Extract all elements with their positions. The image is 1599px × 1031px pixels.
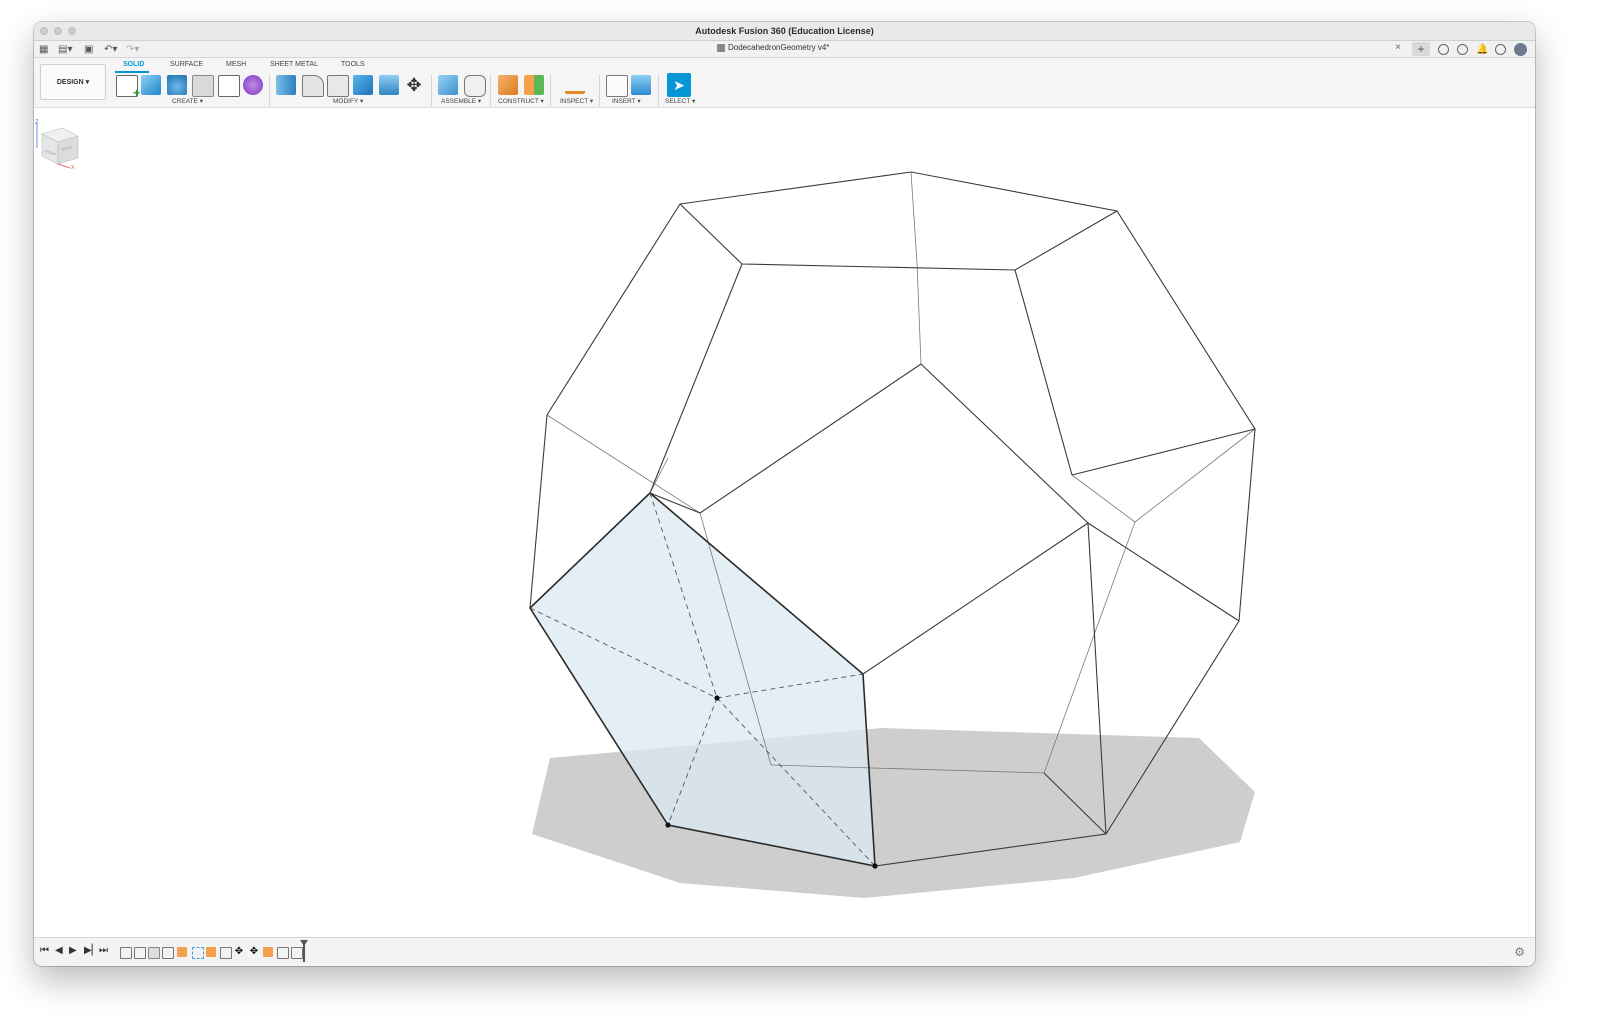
avatar[interactable]: [1514, 42, 1527, 56]
go-to-start-button[interactable]: ⏮: [40, 946, 49, 956]
tab-surface[interactable]: SURFACE: [170, 61, 203, 68]
tab-tools[interactable]: TOOLS: [341, 61, 365, 68]
midplane-icon[interactable]: [524, 75, 544, 95]
header-right-icons: + 🔔: [1412, 42, 1527, 56]
pattern-icon[interactable]: [218, 75, 240, 97]
press-pull-icon[interactable]: [276, 75, 296, 95]
hole-icon[interactable]: [192, 75, 214, 97]
timeline-sketch-item[interactable]: [277, 947, 289, 959]
tab-solid[interactable]: SOLID: [123, 61, 144, 68]
insert-menu[interactable]: INSERT ▾: [612, 97, 641, 105]
quick-access-bar: ▦ ▤▾ ▣ ↶▾ ↷▾ DodecahedronGeometry v4* × …: [34, 41, 1535, 58]
insert-canvas-icon[interactable]: [631, 75, 651, 95]
modify-menu[interactable]: MODIFY ▾: [333, 97, 363, 105]
timeline-move-item[interactable]: ✥: [234, 947, 244, 957]
divider: [599, 74, 600, 106]
fillet-icon[interactable]: [302, 75, 324, 97]
timeline-sketch-item[interactable]: [220, 947, 232, 959]
move-icon[interactable]: ✥: [404, 75, 424, 95]
viewcube-z-label: Z: [35, 120, 39, 126]
gear-icon[interactable]: ⚙: [1514, 945, 1525, 959]
timeline-plane-item[interactable]: [206, 947, 216, 957]
timeline-point-item[interactable]: [192, 947, 204, 959]
window-controls[interactable]: [40, 27, 76, 35]
close-tab-icon[interactable]: ×: [1395, 42, 1401, 53]
app-window: Autodesk Fusion 360 (Education License) …: [34, 22, 1535, 966]
toolbar: DESIGN ▾ SOLID SURFACE MESH SHEET METAL …: [34, 58, 1535, 108]
combine-icon[interactable]: [353, 75, 373, 95]
viewport-canvas[interactable]: Z X FRONT RIGHT: [34, 108, 1535, 938]
insert-derive-icon[interactable]: [606, 75, 628, 97]
help-icon[interactable]: [1495, 43, 1506, 55]
shell-icon[interactable]: [327, 75, 349, 97]
viewcube[interactable]: Z X FRONT RIGHT: [34, 118, 82, 170]
new-tab-button[interactable]: +: [1412, 42, 1430, 56]
timeline-move-item[interactable]: ✥: [249, 947, 259, 957]
undo-icon[interactable]: ↶▾: [104, 43, 117, 55]
sketch-point[interactable]: [714, 695, 720, 701]
select-menu[interactable]: SELECT ▾: [665, 97, 695, 105]
timeline-playhead[interactable]: [300, 940, 308, 962]
divider: [658, 74, 659, 106]
step-forward-button[interactable]: ▶▏: [84, 946, 99, 956]
extrude-icon[interactable]: [141, 75, 161, 95]
sketch-point[interactable]: [665, 822, 671, 828]
file-icon[interactable]: ▤▾: [58, 43, 72, 55]
minimize-window-button[interactable]: [54, 27, 62, 35]
save-icon[interactable]: ▣: [84, 43, 93, 55]
measure-icon[interactable]: [565, 79, 585, 94]
tab-sheet-metal[interactable]: SHEET METAL: [270, 61, 318, 68]
timeline-sketch-item[interactable]: [120, 947, 132, 959]
divider: [490, 74, 491, 106]
inspect-menu[interactable]: INSPECT ▾: [560, 97, 593, 105]
create-menu[interactable]: CREATE ▾: [172, 97, 203, 105]
play-button[interactable]: ▶: [69, 946, 77, 956]
construct-menu[interactable]: CONSTRUCT ▾: [498, 97, 544, 105]
title-bar: Autodesk Fusion 360 (Education License): [34, 22, 1535, 41]
document-name: DodecahedronGeometry v4*: [728, 43, 830, 52]
offset-plane-icon[interactable]: [498, 75, 518, 95]
timeline-bar: ⏮ ◀ ▶ ▶▏ ⏭ ✥ ✥ ⚙: [34, 937, 1535, 966]
close-window-button[interactable]: [40, 27, 48, 35]
document-tab[interactable]: DodecahedronGeometry v4*: [717, 43, 829, 52]
timeline-sketch-item[interactable]: [134, 947, 146, 959]
new-component-icon[interactable]: [438, 75, 458, 95]
revolve-icon[interactable]: [167, 75, 187, 95]
timeline-sketch-item[interactable]: [162, 947, 174, 959]
align-icon[interactable]: [379, 75, 399, 95]
timeline-feature-item[interactable]: [148, 947, 160, 959]
sketch-point[interactable]: [872, 863, 878, 869]
step-back-button[interactable]: ◀: [55, 946, 63, 956]
active-tab-indicator: [115, 71, 149, 73]
divider: [431, 74, 432, 106]
select-cursor-icon[interactable]: ➤: [667, 73, 691, 97]
document-cube-icon: [717, 43, 725, 52]
viewcube-x-label: X: [71, 165, 75, 170]
go-to-end-button[interactable]: ⏭: [99, 946, 108, 956]
divider: [550, 74, 551, 106]
redo-icon[interactable]: ↷▾: [126, 43, 139, 55]
zoom-window-button[interactable]: [68, 27, 76, 35]
form-icon[interactable]: [243, 75, 263, 95]
extensions-icon[interactable]: [1438, 43, 1449, 55]
divider: [269, 74, 270, 106]
tab-mesh[interactable]: MESH: [226, 61, 246, 68]
joint-icon[interactable]: [464, 75, 486, 97]
create-sketch-icon[interactable]: +: [116, 75, 140, 100]
grid-icon[interactable]: ▦: [39, 43, 48, 55]
timeline-plane-item[interactable]: [263, 947, 273, 957]
timeline-plane-item[interactable]: [177, 947, 187, 957]
timeline-sketch-item[interactable]: [291, 947, 303, 959]
job-status-icon[interactable]: [1457, 43, 1468, 55]
assemble-menu[interactable]: ASSEMBLE ▾: [441, 97, 481, 105]
workspace-switcher-button[interactable]: DESIGN ▾: [40, 64, 106, 100]
window-title: Autodesk Fusion 360 (Education License): [695, 26, 874, 36]
model-viewport[interactable]: [34, 108, 1535, 938]
notifications-icon[interactable]: 🔔: [1476, 44, 1488, 55]
